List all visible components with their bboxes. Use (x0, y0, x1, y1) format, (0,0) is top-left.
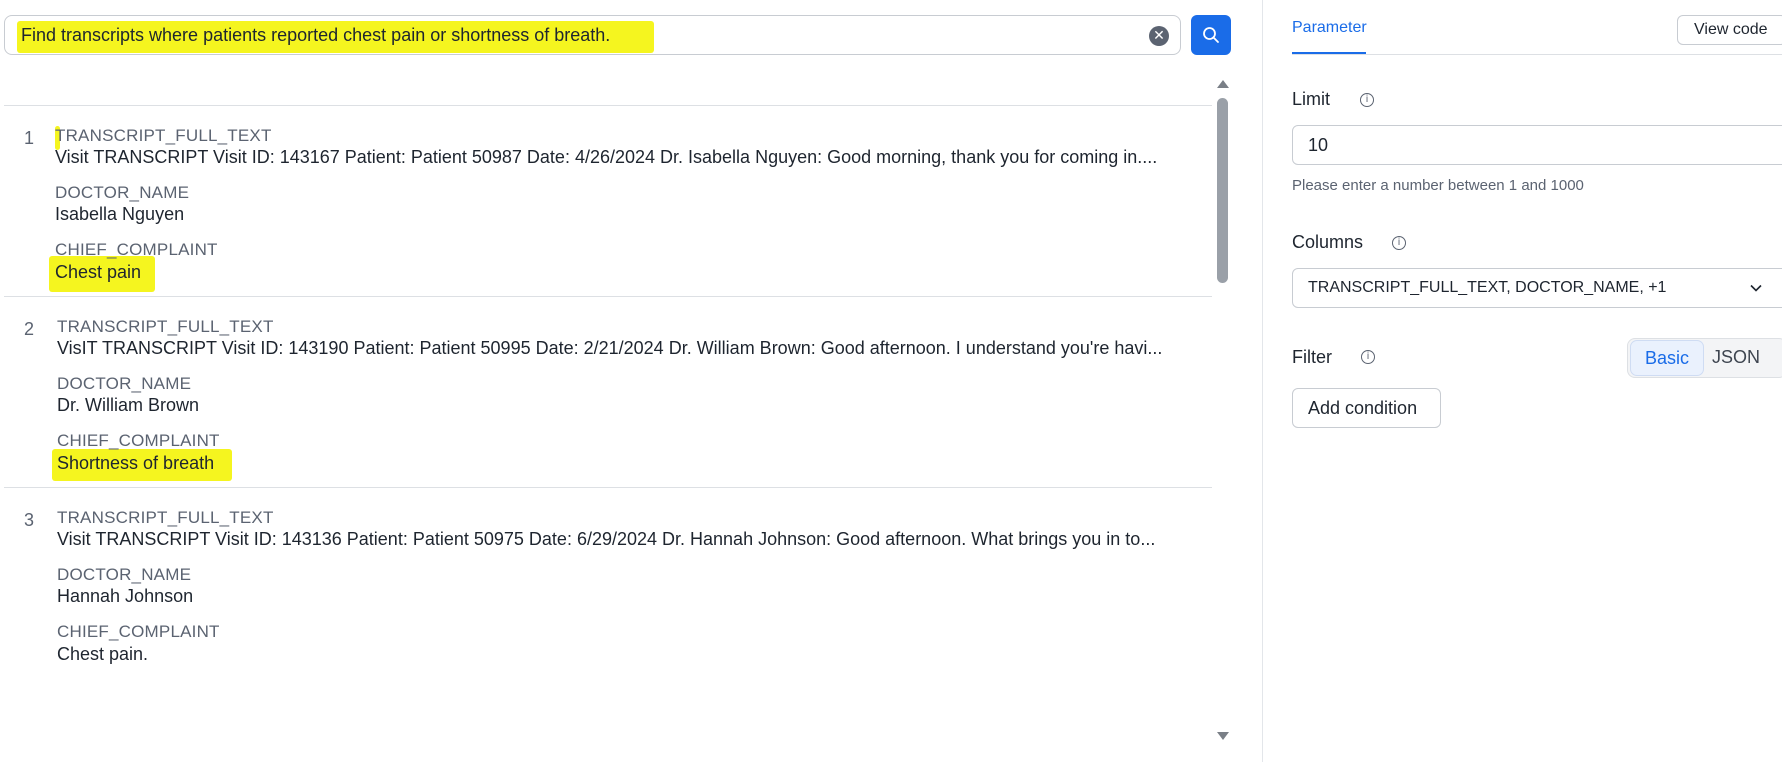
divider (1292, 54, 1782, 55)
field-value-doctor: Dr. William Brown (57, 395, 200, 415)
columns-label: Columns (1292, 232, 1364, 252)
scroll-up-arrow-icon[interactable] (1217, 80, 1229, 88)
field-label: TRANSCRIPT_FULL_TEXT (55, 126, 272, 145)
filter-json-option[interactable]: JSON (1712, 347, 1760, 368)
result-row: 2 TRANSCRIPT_FULL_TEXT VisIT TRANSCRIPT … (4, 297, 1212, 491)
field-label: DOCTOR_NAME (55, 183, 190, 202)
field-label: TRANSCRIPT_FULL_TEXT (57, 508, 274, 527)
limit-label: Limit (1292, 89, 1331, 109)
row-index: 2 (24, 319, 35, 339)
field-label: CHIEF_COMPLAINT (57, 622, 220, 641)
scrollbar-thumb[interactable] (1217, 98, 1228, 283)
info-icon[interactable]: i (1392, 236, 1406, 250)
pane-divider (1262, 0, 1263, 762)
field-value-complaint: Chest pain. (57, 644, 149, 664)
result-row: 1 TRANSCRIPT_FULL_TEXT Visit TRANSCRIPT … (4, 106, 1212, 300)
field-value-complaint: Shortness of breath (57, 453, 215, 473)
search-button[interactable] (1191, 15, 1231, 55)
results-list: 1 TRANSCRIPT_FULL_TEXT Visit TRANSCRIPT … (0, 70, 1233, 762)
scrollbar[interactable] (1213, 70, 1233, 762)
filter-label: Filter (1292, 347, 1332, 367)
field-label: CHIEF_COMPLAINT (57, 431, 220, 450)
field-value-complaint: Chest pain (55, 262, 142, 282)
field-value-transcript: Visit TRANSCRIPT Visit ID: 143167 Patien… (55, 147, 1158, 167)
limit-helper-text: Please enter a number between 1 and 1000 (1292, 177, 1584, 194)
field-value-doctor: Isabella Nguyen (55, 204, 185, 224)
filter-basic-option[interactable]: Basic (1630, 340, 1704, 376)
scroll-down-arrow-icon[interactable] (1217, 732, 1229, 740)
field-value-transcript: VisIT TRANSCRIPT Visit ID: 143190 Patien… (57, 338, 1163, 358)
close-circle-icon[interactable]: ✕ (1149, 26, 1169, 46)
field-label: TRANSCRIPT_FULL_TEXT (57, 317, 274, 336)
search-query-text[interactable]: Find transcripts where patients reported… (21, 25, 610, 46)
field-value-transcript: Visit TRANSCRIPT Visit ID: 143136 Patien… (57, 529, 1156, 549)
row-index: 1 (24, 128, 35, 148)
limit-input[interactable]: 10 (1292, 125, 1782, 165)
field-label: CHIEF_COMPLAINT (55, 240, 218, 259)
view-code-button[interactable]: View code (1677, 15, 1782, 45)
field-label: DOCTOR_NAME (57, 374, 192, 393)
field-value-doctor: Hannah Johnson (57, 586, 194, 606)
tab-parameter[interactable]: Parameter (1292, 19, 1367, 37)
search-input[interactable]: Find transcripts where patients reported… (4, 15, 1181, 55)
row-index: 3 (24, 510, 35, 530)
info-icon[interactable]: i (1360, 93, 1374, 107)
result-row: 3 TRANSCRIPT_FULL_TEXT Visit TRANSCRIPT … (4, 488, 1212, 762)
add-condition-button[interactable]: Add condition (1292, 388, 1441, 428)
info-icon[interactable]: i (1361, 350, 1375, 364)
field-label: DOCTOR_NAME (57, 565, 192, 584)
search-icon (1203, 27, 1219, 43)
columns-select[interactable]: TRANSCRIPT_FULL_TEXT, DOCTOR_NAME, +1 (1292, 268, 1782, 308)
chevron-down-icon[interactable] (1748, 280, 1764, 296)
